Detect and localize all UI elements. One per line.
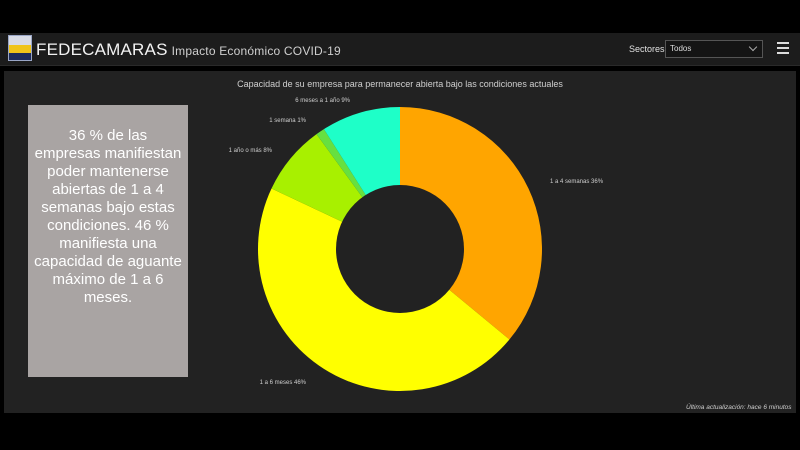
chevron-down-icon <box>748 42 758 52</box>
app-subtitle: Impacto Económico COVID-19 <box>171 44 341 58</box>
slice-label: 1 a 4 semanas 36% <box>550 179 604 185</box>
sectores-selected-value: Todos <box>670 44 692 53</box>
slice-label: 6 meses a 1 año 9% <box>295 98 350 104</box>
donut-hole <box>336 185 464 313</box>
sectores-label: Sectores <box>629 44 665 54</box>
slice-label: 1 semana 1% <box>269 118 306 124</box>
app-title-text: FEDECAMARAS <box>36 40 168 59</box>
dashboard-panel: Capacidad de su empresa para permanecer … <box>4 71 796 413</box>
slice-label: 1 a 6 meses 46% <box>260 380 307 386</box>
last-update-note: Última actualización: hace 6 minutos <box>686 404 792 411</box>
top-bar: FEDECAMARAS Impacto Económico COVID-19 Se… <box>0 33 800 66</box>
donut-chart: 1 a 4 semanas 36% 1 a 6 meses 46% 1 año o … <box>229 98 604 391</box>
fedecamaras-logo <box>8 35 32 61</box>
app-title: FEDECAMARAS Impacto Económico COVID-19 <box>36 40 341 60</box>
hamburger-menu-icon[interactable] <box>777 42 789 54</box>
slice-label: 1 año o más 8% <box>229 148 273 154</box>
sectores-dropdown[interactable]: Todos <box>665 40 763 58</box>
